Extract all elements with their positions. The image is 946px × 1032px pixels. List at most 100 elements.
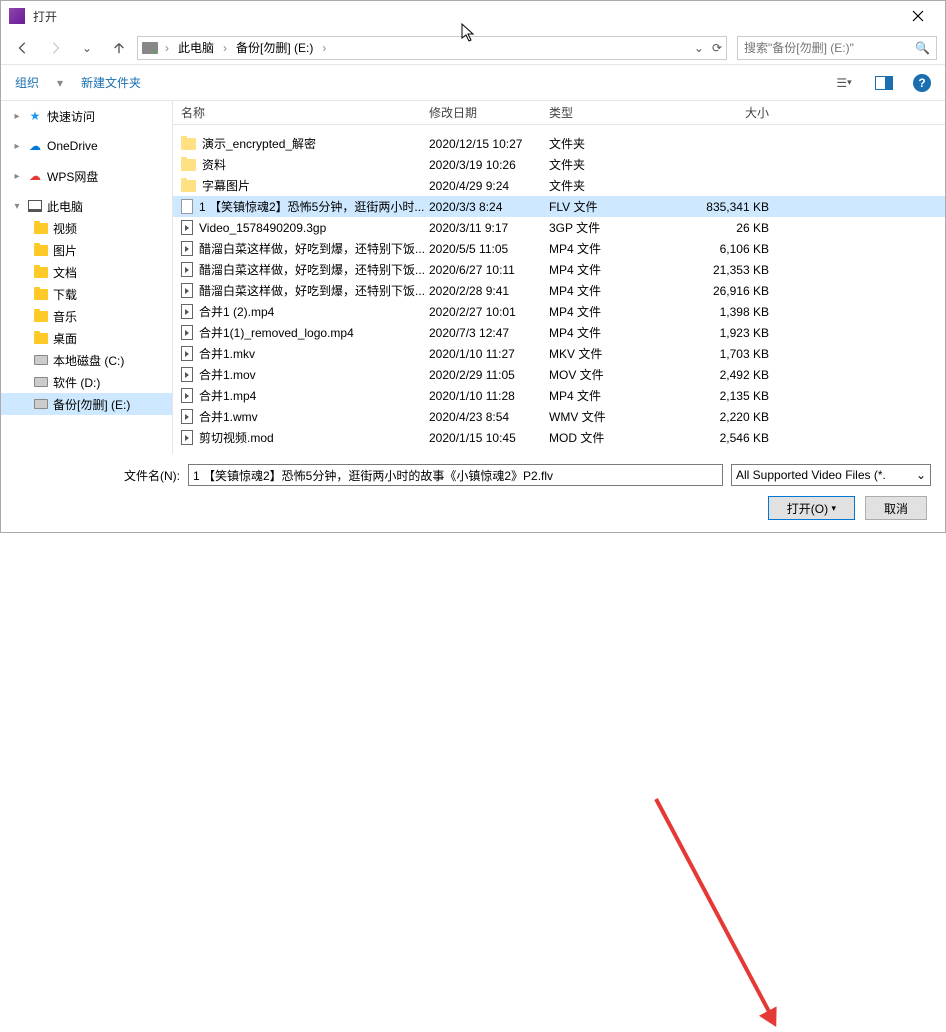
toolbar: 组织▾ 新建文件夹 ☰ ▾ ? xyxy=(1,65,945,101)
file-row[interactable]: 醋溜白菜这样做，好吃到爆，还特别下饭...2020/5/5 11:05MP4 文… xyxy=(173,238,945,259)
folder-icon xyxy=(181,180,196,192)
sidebar-item[interactable]: 下载 xyxy=(1,283,172,305)
back-button[interactable] xyxy=(9,35,37,61)
folder-icon xyxy=(33,242,49,258)
file-type: MP4 文件 xyxy=(549,324,659,341)
sidebar-item-label: 文档 xyxy=(53,264,77,281)
breadcrumb-folder[interactable]: 备份[勿删] (E:) xyxy=(232,37,317,58)
file-row[interactable]: 合并1.mkv2020/1/10 11:27MKV 文件1,703 KB xyxy=(173,343,945,364)
sidebar-item-label: 软件 (D:) xyxy=(53,374,100,391)
file-pane: 名称 修改日期 类型 大小 演示_encrypted_解密2020/12/15 … xyxy=(173,101,945,454)
video-icon xyxy=(181,346,193,361)
folder-icon xyxy=(33,220,49,236)
video-icon xyxy=(181,325,193,340)
file-row[interactable]: 醋溜白菜这样做，好吃到爆，还特别下饭...2020/2/28 9:41MP4 文… xyxy=(173,280,945,301)
expand-icon[interactable]: ▸ xyxy=(11,141,23,152)
file-type: MP4 文件 xyxy=(549,282,659,299)
file-date: 2020/3/19 10:26 xyxy=(429,158,549,172)
file-name: 1 【笑镇惊魂2】恐怖5分钟，逛街两小时... xyxy=(199,198,424,215)
file-size: 6,106 KB xyxy=(659,242,789,256)
sidebar-item[interactable]: 本地磁盘 (C:) xyxy=(1,349,172,371)
recent-dropdown[interactable]: ⌄ xyxy=(73,35,101,61)
file-date: 2020/12/15 10:27 xyxy=(429,137,549,151)
search-box[interactable]: 🔍 xyxy=(737,36,937,60)
new-folder-button[interactable]: 新建文件夹 xyxy=(81,74,141,91)
file-size: 2,546 KB xyxy=(659,431,789,445)
sidebar-item[interactable]: ▸★快速访问 xyxy=(1,105,172,127)
sidebar-item-label: 音乐 xyxy=(53,308,77,325)
file-row[interactable]: 演示_encrypted_解密2020/12/15 10:27文件夹 xyxy=(173,133,945,154)
video-icon xyxy=(181,220,193,235)
file-row[interactable]: 合并1.wmv2020/4/23 8:54WMV 文件2,220 KB xyxy=(173,406,945,427)
file-type: 文件夹 xyxy=(549,177,659,194)
sidebar-item-label: 下载 xyxy=(53,286,77,303)
organize-menu[interactable]: 组织 xyxy=(15,74,39,91)
open-button[interactable]: 打开(O) ▾ xyxy=(768,496,855,520)
file-row[interactable]: 资料2020/3/19 10:26文件夹 xyxy=(173,154,945,175)
file-row[interactable]: 剪切视频.mod2020/1/15 10:45MOD 文件2,546 KB xyxy=(173,427,945,448)
file-date: 2020/5/5 11:05 xyxy=(429,242,549,256)
file-date: 2020/2/29 11:05 xyxy=(429,368,549,382)
file-name: 字幕图片 xyxy=(202,177,250,194)
search-input[interactable] xyxy=(744,41,915,55)
chevron-down-icon[interactable]: ⌄ xyxy=(694,41,704,55)
file-row[interactable]: 合并1 (2).mp42020/2/27 10:01MP4 文件1,398 KB xyxy=(173,301,945,322)
file-list[interactable]: 演示_encrypted_解密2020/12/15 10:27文件夹资料2020… xyxy=(173,125,945,454)
expand-icon[interactable]: ▸ xyxy=(11,171,23,182)
header-type[interactable]: 类型 xyxy=(549,104,659,121)
sidebar-item[interactable]: 图片 xyxy=(1,239,172,261)
file-name: 合并1.mkv xyxy=(199,345,255,362)
file-row[interactable]: 合并1(1)_removed_logo.mp42020/7/3 12:47MP4… xyxy=(173,322,945,343)
view-options-icon[interactable]: ☰ ▾ xyxy=(833,72,855,94)
file-type: 文件夹 xyxy=(549,135,659,152)
breadcrumb[interactable]: › 此电脑 › 备份[勿删] (E:) › ⌄ ⟳ xyxy=(137,36,727,60)
header-name[interactable]: 名称 xyxy=(173,104,429,121)
sidebar-item-label: OneDrive xyxy=(47,139,98,153)
sidebar-item[interactable]: 桌面 xyxy=(1,327,172,349)
expand-icon[interactable]: ▾ xyxy=(11,201,23,212)
filename-input[interactable] xyxy=(188,464,723,486)
sidebar-item[interactable]: 视频 xyxy=(1,217,172,239)
up-button[interactable] xyxy=(105,35,133,61)
file-type: WMV 文件 xyxy=(549,408,659,425)
sidebar-item[interactable]: 音乐 xyxy=(1,305,172,327)
file-size: 1,923 KB xyxy=(659,326,789,340)
sidebar-item[interactable]: 软件 (D:) xyxy=(1,371,172,393)
sidebar-item[interactable]: 备份[勿删] (E:) xyxy=(1,393,172,415)
cancel-button[interactable]: 取消 xyxy=(865,496,927,520)
header-size[interactable]: 大小 xyxy=(659,104,789,121)
sidebar-item[interactable]: ▸☁WPS网盘 xyxy=(1,165,172,187)
file-type: MOD 文件 xyxy=(549,429,659,446)
file-size: 2,220 KB xyxy=(659,410,789,424)
file-row[interactable]: 醋溜白菜这样做，好吃到爆，还特别下饭...2020/6/27 10:11MP4 … xyxy=(173,259,945,280)
star-icon: ★ xyxy=(27,108,43,124)
sidebar-item[interactable]: 文档 xyxy=(1,261,172,283)
preview-pane-icon[interactable] xyxy=(873,72,895,94)
drive-icon xyxy=(33,352,49,368)
file-name: 醋溜白菜这样做，好吃到爆，还特别下饭... xyxy=(199,261,425,278)
file-date: 2020/2/27 10:01 xyxy=(429,305,549,319)
refresh-icon[interactable]: ⟳ xyxy=(712,41,722,55)
filetype-filter[interactable]: All Supported Video Files (*. ⌄ xyxy=(731,464,931,486)
sidebar-item[interactable]: ▸☁OneDrive xyxy=(1,135,172,157)
close-button[interactable] xyxy=(895,1,941,31)
file-row[interactable]: Video_1578490209.3gp2020/3/11 9:173GP 文件… xyxy=(173,217,945,238)
file-row[interactable]: 字幕图片2020/4/29 9:24文件夹 xyxy=(173,175,945,196)
file-date: 2020/3/11 9:17 xyxy=(429,221,549,235)
file-row[interactable]: 1 【笑镇惊魂2】恐怖5分钟，逛街两小时...2020/3/3 8:24FLV … xyxy=(173,196,945,217)
sidebar-item-label: 本地磁盘 (C:) xyxy=(53,352,124,369)
sidebar-item-label: 此电脑 xyxy=(47,198,83,215)
forward-button[interactable] xyxy=(41,35,69,61)
sidebar-item[interactable]: ▾ 此电脑 xyxy=(1,195,172,217)
help-icon[interactable]: ? xyxy=(913,74,931,92)
expand-icon[interactable]: ▸ xyxy=(11,111,23,122)
file-row[interactable]: 合并1.mp42020/1/10 11:28MP4 文件2,135 KB xyxy=(173,385,945,406)
file-row[interactable]: 合并1.mov2020/2/29 11:05MOV 文件2,492 KB xyxy=(173,364,945,385)
header-date[interactable]: 修改日期 xyxy=(429,104,549,121)
search-icon[interactable]: 🔍 xyxy=(915,41,930,55)
file-date: 2020/4/23 8:54 xyxy=(429,410,549,424)
breadcrumb-root[interactable]: 此电脑 xyxy=(174,37,218,58)
file-size: 21,353 KB xyxy=(659,263,789,277)
column-headers[interactable]: 名称 修改日期 类型 大小 xyxy=(173,101,945,125)
file-size: 835,341 KB xyxy=(659,200,789,214)
